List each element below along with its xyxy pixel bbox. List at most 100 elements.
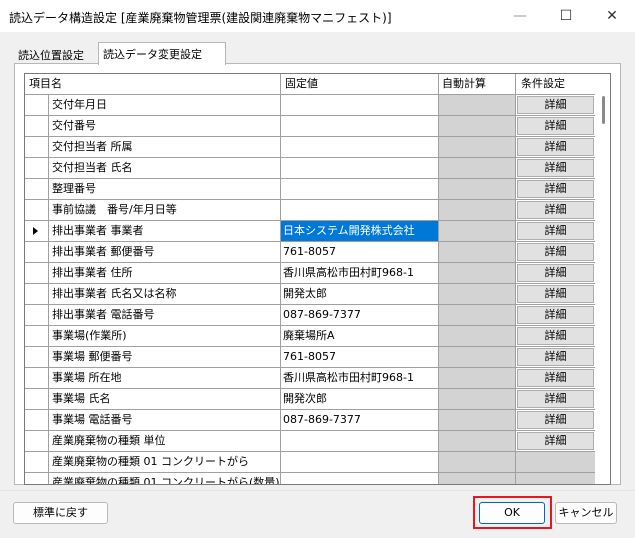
item-name-cell: 整理番号 bbox=[49, 179, 281, 200]
detail-button[interactable]: 詳細 bbox=[517, 327, 594, 345]
settings-grid[interactable]: 項目名 固定値 自動計算 条件設定 交付年月日 詳細 交付番号 詳細 交付担当者 所属詳… bbox=[24, 73, 611, 485]
fixed-value-cell[interactable]: 087-869-7377 bbox=[281, 410, 439, 431]
detail-button[interactable]: 詳細 bbox=[517, 159, 594, 177]
detail-button[interactable]: 詳細 bbox=[517, 432, 594, 450]
fixed-value-cell[interactable]: 開発次郎 bbox=[281, 389, 439, 410]
detail-button[interactable]: 詳細 bbox=[517, 222, 594, 240]
table-row[interactable]: 排出事業者 電話番号 087-869-7377 詳細 bbox=[25, 305, 596, 326]
fixed-value-cell[interactable] bbox=[281, 179, 439, 200]
row-header[interactable] bbox=[25, 368, 49, 389]
detail-button[interactable]: 詳細 bbox=[517, 348, 594, 366]
table-row[interactable]: 事業場 電話番号 087-869-7377 詳細 bbox=[25, 410, 596, 431]
detail-button[interactable]: 詳細 bbox=[517, 285, 594, 303]
detail-button[interactable]: 詳細 bbox=[517, 369, 594, 387]
auto-calc-cell bbox=[439, 284, 516, 305]
fixed-value-cell[interactable] bbox=[281, 95, 439, 116]
fixed-value-cell[interactable]: 香川県高松市田村町968-1 bbox=[281, 263, 439, 284]
fixed-value-cell[interactable]: 香川県高松市田村町968-1 bbox=[281, 368, 439, 389]
table-row[interactable]: 排出事業者 氏名又は名称 開発太郎 詳細 bbox=[25, 284, 596, 305]
fixed-value-cell[interactable] bbox=[281, 137, 439, 158]
detail-button[interactable]: 詳細 bbox=[517, 390, 594, 408]
table-row[interactable]: 事業場 郵便番号 761-8057 詳細 bbox=[25, 347, 596, 368]
table-row[interactable]: 産業廃棄物の種類 単位 詳細 bbox=[25, 431, 596, 452]
row-header[interactable] bbox=[25, 137, 49, 158]
table-row[interactable]: 産業廃棄物の種類 01 コンクリートがら(数量) bbox=[25, 473, 596, 484]
fixed-value-cell[interactable]: 761-8057 bbox=[281, 242, 439, 263]
table-row[interactable]: 交付担当者 氏名 詳細 bbox=[25, 158, 596, 179]
row-header[interactable] bbox=[25, 410, 49, 431]
table-row[interactable]: 交付担当者 所属 詳細 bbox=[25, 137, 596, 158]
table-row[interactable]: 事業場(作業所) 廃棄場所A 詳細 bbox=[25, 326, 596, 347]
row-header[interactable] bbox=[25, 179, 49, 200]
row-header[interactable] bbox=[25, 242, 49, 263]
fixed-value-cell[interactable]: 日本システム開発株式会社 bbox=[281, 221, 439, 242]
cancel-button[interactable]: キャンセル bbox=[555, 502, 617, 524]
close-button[interactable]: ✕ bbox=[589, 0, 635, 32]
title-bar: 読込データ構造設定 [産業廃棄物管理票(建設関連廃棄物マニフェスト)] — ☐ … bbox=[0, 0, 635, 32]
row-header[interactable] bbox=[25, 305, 49, 326]
minimize-button[interactable]: — bbox=[497, 0, 543, 32]
row-header[interactable] bbox=[25, 263, 49, 284]
row-header[interactable] bbox=[25, 200, 49, 221]
detail-button[interactable]: 詳細 bbox=[517, 201, 594, 219]
fixed-value-cell[interactable] bbox=[281, 431, 439, 452]
tab-read-position[interactable]: 読込位置設定 bbox=[14, 44, 98, 63]
item-name-cell: 排出事業者 電話番号 bbox=[49, 305, 281, 326]
row-header[interactable] bbox=[25, 95, 49, 116]
detail-button[interactable]: 詳細 bbox=[517, 264, 594, 282]
detail-button[interactable]: 詳細 bbox=[517, 243, 594, 261]
table-row[interactable]: 交付年月日 詳細 bbox=[25, 95, 596, 116]
fixed-value-cell[interactable]: 761-8057 bbox=[281, 347, 439, 368]
fixed-value-cell[interactable]: 開発太郎 bbox=[281, 284, 439, 305]
fixed-value-cell[interactable] bbox=[281, 473, 439, 484]
auto-calc-cell bbox=[439, 473, 516, 484]
header-condition[interactable]: 条件設定 bbox=[516, 74, 596, 95]
tab-read-data-change[interactable]: 読込データ変更設定 bbox=[98, 42, 226, 65]
item-name-cell: 排出事業者 住所 bbox=[49, 263, 281, 284]
table-row[interactable]: 交付番号 詳細 bbox=[25, 116, 596, 137]
maximize-button[interactable]: ☐ bbox=[543, 0, 589, 32]
reset-default-button[interactable]: 標準に戻す bbox=[13, 502, 108, 524]
scrollbar-thumb[interactable] bbox=[602, 96, 605, 124]
condition-cell: 詳細 bbox=[516, 221, 596, 242]
vertical-scrollbar[interactable] bbox=[595, 74, 610, 484]
table-row[interactable]: 事前協議 番号/年月日等 詳細 bbox=[25, 200, 596, 221]
table-row[interactable]: 事業場 所在地 香川県高松市田村町968-1 詳細 bbox=[25, 368, 596, 389]
row-header[interactable] bbox=[25, 473, 49, 484]
row-header[interactable] bbox=[25, 284, 49, 305]
table-row[interactable]: 整理番号 詳細 bbox=[25, 179, 596, 200]
row-header[interactable] bbox=[25, 326, 49, 347]
table-row[interactable]: 排出事業者 住所 香川県高松市田村町968-1 詳細 bbox=[25, 263, 596, 284]
fixed-value-cell[interactable] bbox=[281, 200, 439, 221]
fixed-value-cell[interactable] bbox=[281, 158, 439, 179]
fixed-value-cell[interactable] bbox=[281, 452, 439, 473]
item-name-cell: 事業場 郵便番号 bbox=[49, 347, 281, 368]
table-row[interactable]: 排出事業者 事業者 日本システム開発株式会社 詳細 bbox=[25, 221, 596, 242]
detail-button[interactable]: 詳細 bbox=[517, 117, 594, 135]
row-header[interactable] bbox=[25, 221, 49, 242]
row-header[interactable] bbox=[25, 116, 49, 137]
table-row[interactable]: 産業廃棄物の種類 01 コンクリートがら bbox=[25, 452, 596, 473]
header-item-name[interactable]: 項目名 bbox=[25, 74, 281, 95]
row-header[interactable] bbox=[25, 452, 49, 473]
fixed-value-cell[interactable]: 廃棄場所A bbox=[281, 326, 439, 347]
table-row[interactable]: 事業場 氏名 開発次郎 詳細 bbox=[25, 389, 596, 410]
fixed-value-cell[interactable]: 087-869-7377 bbox=[281, 305, 439, 326]
detail-button[interactable]: 詳細 bbox=[517, 96, 594, 114]
detail-button[interactable]: 詳細 bbox=[517, 306, 594, 324]
auto-calc-cell bbox=[439, 200, 516, 221]
detail-button[interactable]: 詳細 bbox=[517, 411, 594, 429]
row-header[interactable] bbox=[25, 389, 49, 410]
row-header[interactable] bbox=[25, 431, 49, 452]
ok-button[interactable]: OK bbox=[479, 502, 545, 524]
item-name-cell: 排出事業者 郵便番号 bbox=[49, 242, 281, 263]
detail-button[interactable]: 詳細 bbox=[517, 180, 594, 198]
table-row[interactable]: 排出事業者 郵便番号 761-8057 詳細 bbox=[25, 242, 596, 263]
fixed-value-cell[interactable] bbox=[281, 116, 439, 137]
row-header[interactable] bbox=[25, 347, 49, 368]
header-fixed-value[interactable]: 固定値 bbox=[281, 74, 439, 95]
detail-button[interactable]: 詳細 bbox=[517, 138, 594, 156]
auto-calc-cell bbox=[439, 158, 516, 179]
header-auto-calc[interactable]: 自動計算 bbox=[439, 74, 516, 95]
row-header[interactable] bbox=[25, 158, 49, 179]
